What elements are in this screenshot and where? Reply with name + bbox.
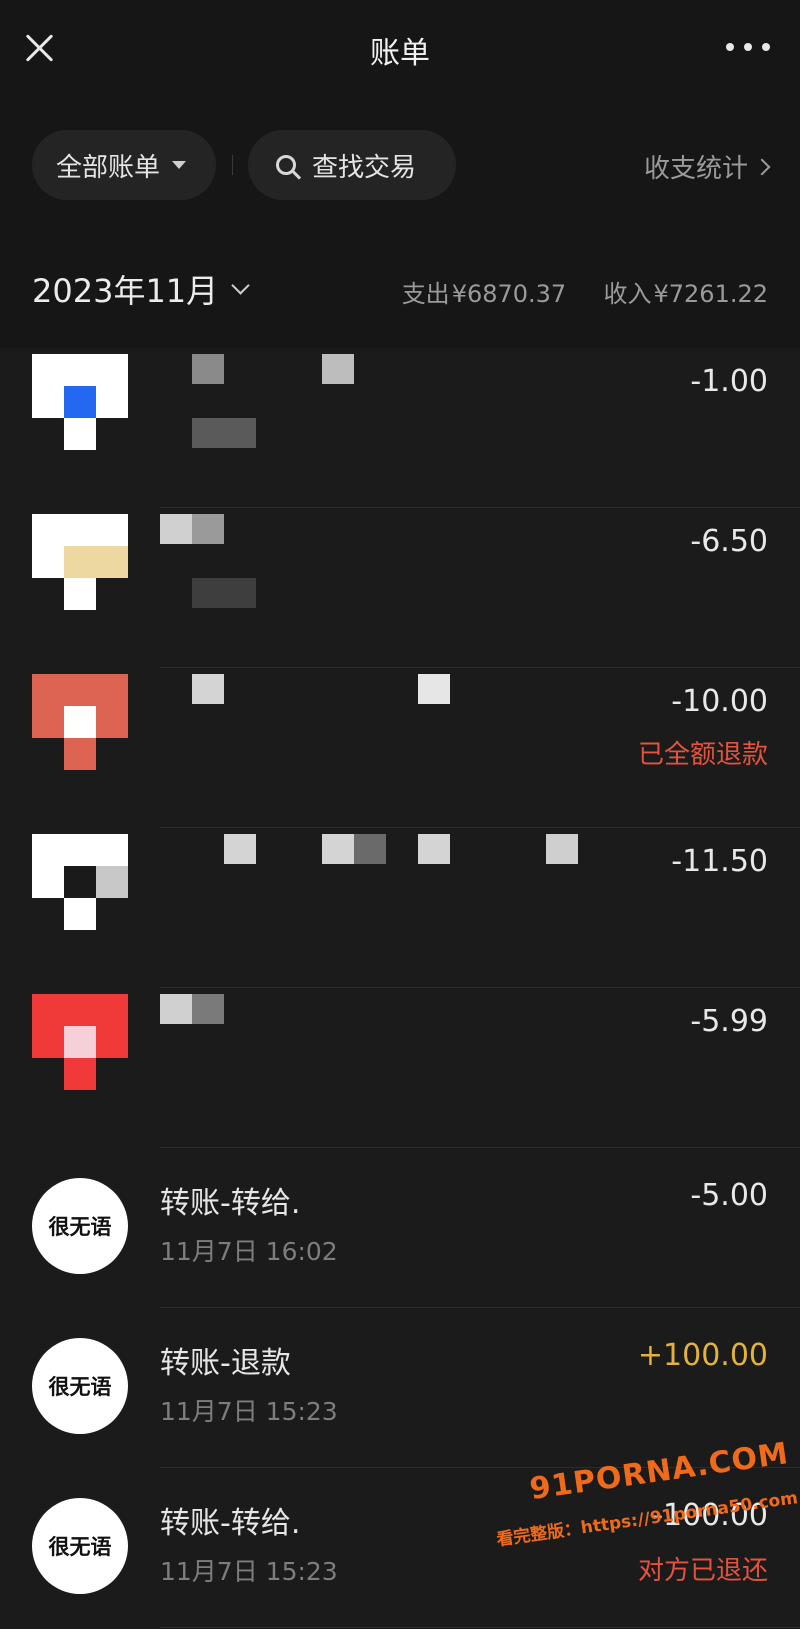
all-bills-dropdown[interactable]: 全部账单 xyxy=(32,130,216,200)
expense-label: 支出 xyxy=(401,280,450,308)
merchant-icon xyxy=(32,514,128,610)
page-title: 账单 xyxy=(370,36,430,71)
transaction-amount: -5.00 xyxy=(690,1178,768,1213)
transaction-row[interactable]: 很无语 转账-转给. 11月7日 16:02 -5.00 xyxy=(0,1148,800,1308)
transaction-amount: -5.99 xyxy=(690,1004,768,1039)
transaction-time: 11月7日 16:02 xyxy=(160,1237,338,1266)
avatar: 很无语 xyxy=(32,1498,128,1594)
transaction-time: 11月7日 15:23 xyxy=(160,1397,338,1426)
merchant-icon xyxy=(32,834,128,930)
transaction-time: 11月7日 15:23 xyxy=(160,1557,338,1586)
income-expense-stats-link[interactable]: 收支统计 xyxy=(643,148,771,185)
income-label: 收入 xyxy=(603,280,652,308)
obscured-merchant-name xyxy=(322,354,354,384)
avatar: 很无语 xyxy=(32,1178,128,1274)
all-bills-label: 全部账单 xyxy=(56,152,161,183)
filter-bar: 全部账单 查找交易 收支统计 xyxy=(0,100,800,230)
chevron-down-icon xyxy=(231,275,250,295)
transaction-amount: -1.00 xyxy=(690,364,768,399)
obscured-merchant-name xyxy=(160,514,192,544)
obscured-merchant-name xyxy=(418,674,450,704)
month-summary: 支出¥6870.37 收入¥7261.22 xyxy=(400,274,768,309)
search-icon xyxy=(276,155,296,175)
income-value: ¥7261.22 xyxy=(653,280,768,308)
obscured-time xyxy=(192,418,256,448)
transaction-amount: -10.00 xyxy=(671,684,768,719)
caret-down-icon xyxy=(172,161,187,169)
transaction-row[interactable]: 很无语 转账-退款 11月7日 15:23 +100.00 xyxy=(0,1308,800,1468)
search-transactions-button[interactable]: 查找交易 xyxy=(248,130,456,200)
month-selector[interactable]: 2023年11月 xyxy=(32,266,250,312)
obscured-merchant-name xyxy=(192,994,224,1024)
merchant-icon xyxy=(32,674,128,770)
obscured-merchant-name xyxy=(418,834,450,864)
obscured-merchant-name xyxy=(192,674,224,704)
transaction-amount: +100.00 xyxy=(637,1338,768,1373)
transaction-list: -1.00 -6.50 -10.00 已全额退款 -11.50 -5.99 很无… xyxy=(0,348,800,1628)
month-bar: 2023年11月 支出¥6870.37 收入¥7261.22 xyxy=(0,230,800,348)
obscured-merchant-name xyxy=(224,834,256,864)
obscured-merchant-name xyxy=(192,514,224,544)
expense-value: ¥6870.37 xyxy=(451,280,567,308)
transaction-title: 转账-转给. xyxy=(160,1506,301,1541)
merchant-icon xyxy=(32,994,128,1090)
transaction-row[interactable]: -1.00 xyxy=(0,348,800,508)
chevron-right-icon xyxy=(753,158,771,175)
merchant-icon xyxy=(32,354,128,450)
obscured-merchant-name xyxy=(160,994,192,1024)
transaction-title: 转账-转给. xyxy=(160,1186,301,1221)
obscured-merchant-name xyxy=(322,834,354,864)
obscured-time xyxy=(192,578,256,608)
divider xyxy=(232,155,233,175)
top-bar: 账单 xyxy=(0,0,800,100)
obscured-merchant-name xyxy=(546,834,578,864)
transaction-title: 转账-退款 xyxy=(160,1346,291,1381)
obscured-merchant-name xyxy=(354,834,386,864)
transaction-row[interactable]: -5.99 xyxy=(0,988,800,1148)
stats-label: 收支统计 xyxy=(643,154,748,184)
refund-status: 已全额退款 xyxy=(637,740,768,770)
transaction-amount: -6.50 xyxy=(690,524,768,559)
transaction-row[interactable]: -10.00 已全额退款 xyxy=(0,668,800,828)
avatar: 很无语 xyxy=(32,1338,128,1434)
transaction-amount: -11.50 xyxy=(671,844,768,879)
search-label: 查找交易 xyxy=(312,152,417,183)
obscured-merchant-name xyxy=(192,354,224,384)
transaction-row[interactable]: -11.50 xyxy=(0,828,800,988)
transaction-row[interactable]: -6.50 xyxy=(0,508,800,668)
month-label: 2023年11月 xyxy=(32,272,219,310)
more-icon[interactable] xyxy=(726,40,770,54)
divider xyxy=(160,1627,800,1628)
